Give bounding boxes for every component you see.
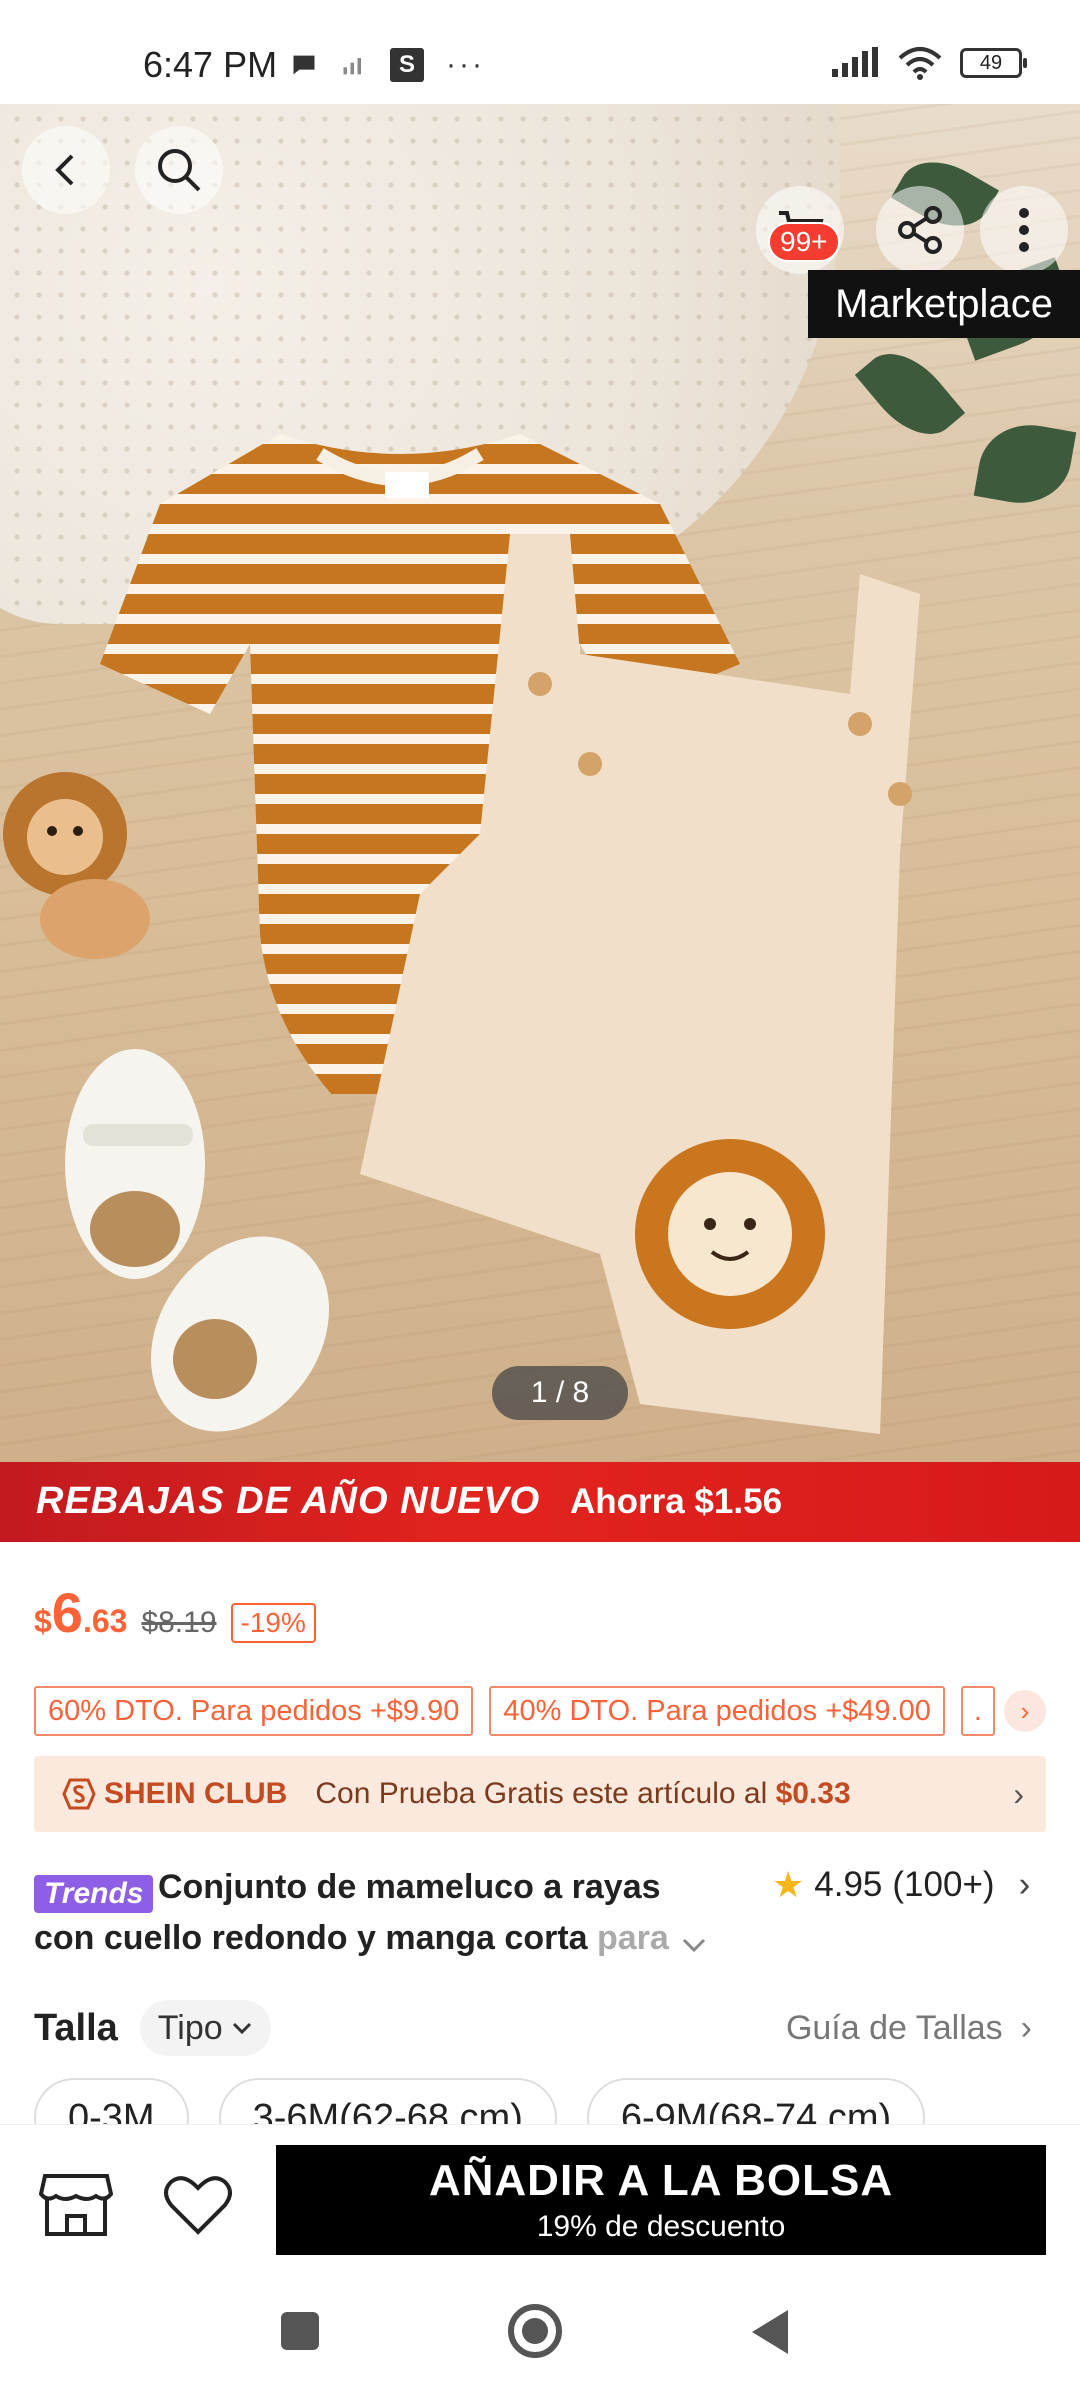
signal-icon (343, 58, 361, 75)
share-button[interactable] (876, 186, 964, 274)
promo-title: REBAJAS DE AÑO NUEVO (36, 1480, 541, 1522)
chevron-right-icon: › (1013, 1775, 1024, 1812)
search-icon (158, 149, 201, 192)
size-guide-link[interactable]: Guía de Tallas › (786, 2009, 1032, 2048)
coupon-list: 60% DTO. Para pedidos +$9.90 40% DTO. Pa… (34, 1686, 995, 1736)
club-offer-prefix: Con Prueba Gratis este artículo al (315, 1777, 776, 1810)
lion-plush-image (3, 772, 150, 959)
s-app-icon: S (390, 48, 424, 82)
image-counter: 1 / 8 (492, 1366, 628, 1420)
club-name: SHEIN CLUB (104, 1777, 288, 1810)
product-image-carousel[interactable]: 99+ Marketplace 1 / 8 (0, 104, 1080, 1462)
coupon-expand-button[interactable]: › (1004, 1690, 1046, 1732)
more-dots: ··· (446, 48, 485, 81)
status-time: 6:47 PM (143, 44, 278, 85)
discount-badge: -19% (230, 1603, 316, 1643)
cart-count-badge: 99+ (768, 222, 840, 262)
rating-value: 4.95 (814, 1865, 883, 1904)
bottom-action-bar: AÑADIR A LA BOLSA 19% de descuento (0, 2124, 1080, 2280)
lion-overall-image (360, 534, 920, 1434)
product-title-fade: para (587, 1918, 669, 1957)
size-label: Talla (34, 2006, 118, 2049)
chevron-right-icon: › (1020, 2008, 1032, 2047)
wishlist-button[interactable] (158, 2165, 238, 2245)
add-to-bag-button[interactable]: AÑADIR A LA BOLSA 19% de descuento (276, 2145, 1046, 2255)
add-to-bag-label: AÑADIR A LA BOLSA (428, 2156, 894, 2205)
size-type-label: Tipo (157, 2008, 223, 2047)
status-notification-icons: S ··· (290, 48, 485, 82)
recents-button[interactable] (281, 2312, 319, 2350)
chevron-down-icon (232, 2022, 251, 2035)
chevron-right-icon: › (1020, 1695, 1030, 1726)
review-count: (100+) (892, 1865, 995, 1904)
club-s-icon (62, 1778, 96, 1810)
cell-signal-icon (832, 47, 878, 77)
new-year-sale-banner[interactable]: REBAJAS DE AÑO NUEVO Ahorra $1.56 (0, 1462, 1080, 1542)
back-nav-button[interactable] (752, 2310, 788, 2354)
chat-icon (293, 55, 315, 75)
coupon-40[interactable]: 40% DTO. Para pedidos +$49.00 (489, 1686, 945, 1736)
trends-tag: Trends (34, 1874, 154, 1913)
wifi-icon (898, 47, 942, 80)
star-icon: ★ (772, 1864, 805, 1905)
chevron-right-icon: › (1018, 1865, 1031, 1904)
original-price: $8.19 (141, 1606, 217, 1639)
add-to-bag-discount: 19% de descuento (536, 2210, 786, 2243)
size-type-dropdown[interactable]: Tipo (139, 2000, 271, 2056)
battery-icon: 49 (960, 48, 1027, 78)
chevron-down-icon[interactable] (681, 1936, 707, 1954)
club-price: $0.33 (775, 1777, 851, 1810)
heart-icon (164, 2176, 232, 2235)
share-icon (898, 206, 942, 254)
status-bar: 6:47 PM S ··· 49 (0, 0, 1080, 104)
size-selector-header: Talla Tipo Guía de Tallas › (34, 1998, 1046, 2058)
promo-savings: Ahorra $1.56 (570, 1482, 783, 1521)
more-vertical-icon (1019, 208, 1029, 252)
size-guide-label: Guía de Tallas (785, 2008, 1003, 2047)
marketplace-tag: Marketplace (808, 270, 1080, 338)
search-button[interactable] (135, 126, 223, 214)
rating-summary[interactable]: ★ 4.95 (100+) › (772, 1864, 1030, 1906)
coupon-60[interactable]: 60% DTO. Para pedidos +$9.90 (34, 1686, 474, 1736)
shein-club-banner[interactable]: SHEIN CLUB Con Prueba Gratis este artícu… (34, 1756, 1046, 1832)
club-offer-text: Con Prueba Gratis este artículo al $0.33 (315, 1777, 850, 1811)
store-icon (39, 2174, 113, 2236)
product-title[interactable]: Trends Conjunto de mameluco a rayas con … (34, 1862, 714, 1963)
price-currency: $ (34, 1603, 52, 1639)
more-options-button[interactable] (980, 186, 1068, 274)
price-row: $ 6 .63 $8.19 -19% (34, 1580, 316, 1645)
shein-club-logo: SHEIN CLUB (62, 1777, 287, 1811)
baby-shoes-image (65, 1049, 330, 1432)
system-nav-bar (0, 2280, 1080, 2400)
price-decimal: .63 (82, 1603, 128, 1639)
back-button[interactable] (22, 126, 110, 214)
chevron-left-icon (55, 154, 74, 186)
coupon-more[interactable]: . (960, 1686, 995, 1736)
store-button[interactable] (36, 2165, 116, 2245)
status-system-icons: 49 (830, 46, 1027, 80)
price-integer: 6 (51, 1581, 83, 1644)
home-button[interactable] (508, 2304, 562, 2358)
